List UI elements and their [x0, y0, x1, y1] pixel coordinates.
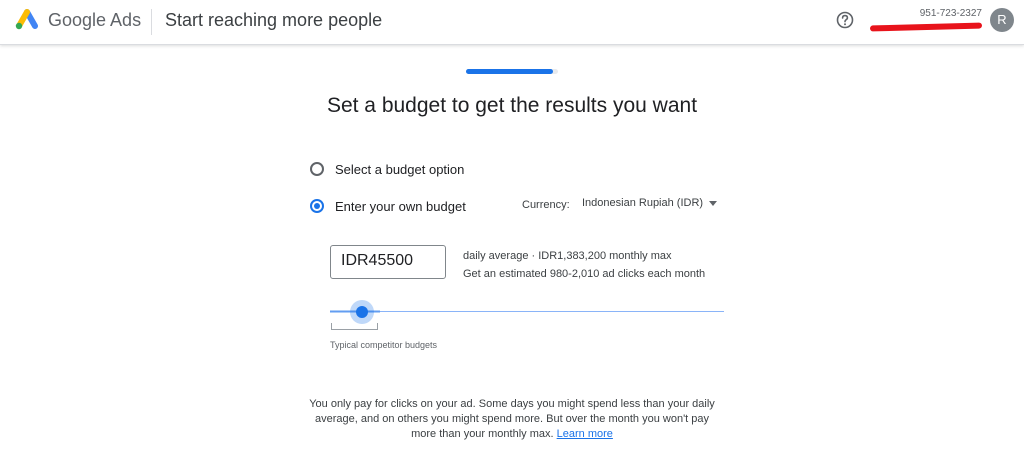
- competitor-range-bracket: [331, 323, 378, 330]
- disclaimer-line-3: more than your monthly max. Learn more: [0, 427, 1024, 442]
- estimated-clicks-info: Get an estimated 980-2,010 ad clicks eac…: [463, 268, 706, 280]
- account-phone: 951-723-2327: [919, 8, 982, 19]
- progress-bar: [466, 69, 558, 74]
- brand-name: Google Ads: [48, 10, 142, 30]
- currency-label: Currency:: [522, 199, 570, 211]
- budget-field[interactable]: [330, 245, 446, 279]
- learn-more-link[interactable]: Learn more: [557, 428, 613, 440]
- budget-disclaimer: You only pay for clicks on your ad. Some…: [0, 397, 1024, 442]
- currency-value: Indonesian Rupiah (IDR): [582, 197, 704, 209]
- redacted-email: [869, 22, 983, 32]
- budget-heading: Set a budget to get the results you want: [326, 94, 698, 117]
- disclaimer-line-3-text: more than your monthly max.: [411, 428, 554, 440]
- progress-fill: [466, 69, 554, 74]
- help-circle-icon[interactable]: [835, 10, 855, 30]
- header-divider: [151, 9, 152, 35]
- disclaimer-line-2: average, and on others you might spend m…: [314, 413, 710, 425]
- caret-down-icon: [709, 201, 718, 206]
- budget-slider-thumb[interactable]: [356, 306, 368, 318]
- google-ads-logo-icon: [15, 9, 38, 30]
- top-bar: Google Ads Start reaching more people 95…: [0, 0, 1024, 45]
- daily-average-info: daily average · IDR1,383,200 monthly max: [463, 250, 672, 262]
- budget-slider-track[interactable]: [330, 311, 724, 312]
- option-preset-label[interactable]: Select a budget option: [335, 162, 464, 177]
- avatar[interactable]: R: [990, 8, 1014, 32]
- radio-enter-own-budget[interactable]: [310, 199, 324, 213]
- radio-select-budget-option[interactable]: [310, 162, 324, 176]
- competitor-budgets-label: Typical competitor budgets: [330, 340, 438, 350]
- disclaimer-line-1: You only pay for clicks on your ad. Some…: [309, 398, 715, 410]
- option-custom-label[interactable]: Enter your own budget: [335, 199, 466, 214]
- page-title: Start reaching more people: [165, 10, 383, 30]
- budget-input[interactable]: [341, 252, 437, 270]
- currency-dropdown[interactable]: Indonesian Rupiah (IDR): [582, 197, 718, 209]
